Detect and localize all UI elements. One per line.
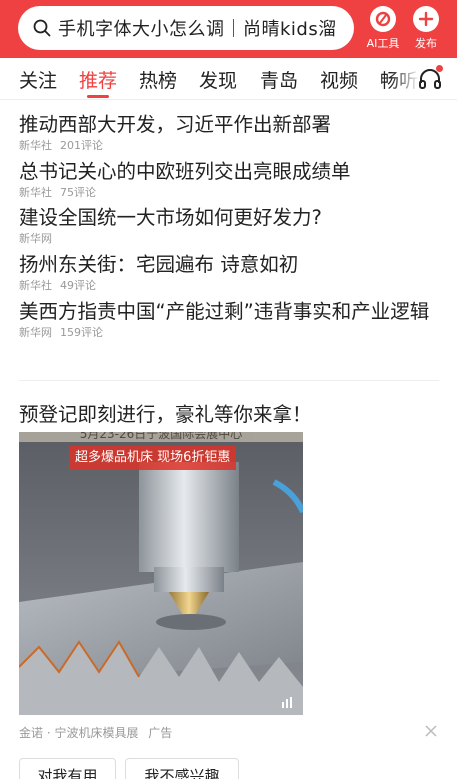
news-source: 新华网 <box>19 326 52 339</box>
news-title[interactable]: 扬州东关街：宅园遍布 诗意如初 <box>19 250 439 279</box>
ad-title[interactable]: 预登记即刻进行，豪礼等你来拿！ <box>19 398 312 427</box>
ad-tag: 广告 <box>148 726 173 740</box>
news-source: 新华社 <box>19 139 52 152</box>
tab-fade <box>390 58 420 99</box>
useful-button[interactable]: 对我有用 <box>19 758 116 779</box>
publish-label: 发布 <box>415 37 437 50</box>
news-item[interactable]: 总书记关心的中欧班列交出亮眼成绩单 新华社 75评论 <box>19 157 439 200</box>
news-title[interactable]: 总书记关心的中欧班列交出亮眼成绩单 <box>19 157 439 186</box>
ai-tool-icon <box>370 6 396 32</box>
news-source: 新华网 <box>19 232 52 245</box>
news-item[interactable]: 美西方指责中国“产能过剩”违背事实和产业逻辑 新华网 159评论 <box>19 297 439 340</box>
news-comments: 75评论 <box>60 186 96 199</box>
news-item[interactable]: 建设全国统一大市场如何更好发力? 新华网 <box>19 203 439 246</box>
laser-machine-image <box>19 432 303 715</box>
tab-hot[interactable]: 热榜 <box>139 66 177 93</box>
news-source: 新华社 <box>19 186 52 199</box>
tab-follow[interactable]: 关注 <box>19 66 57 93</box>
news-title[interactable]: 推动西部大开发，习近平作出新部署 <box>19 110 439 139</box>
news-title[interactable]: 美西方指责中国“产能过剩”违背事实和产业逻辑 <box>19 297 439 326</box>
active-tab-indicator <box>87 95 109 98</box>
ad-advertiser: 金诺 · 宁波机床模具展 <box>19 726 139 740</box>
search-query: 手机字体大小怎么调｜尚晴kids溜 <box>58 19 337 40</box>
video-icon <box>282 697 292 708</box>
close-icon[interactable] <box>424 724 438 738</box>
news-title[interactable]: 建设全国统一大市场如何更好发力? <box>19 203 439 232</box>
news-comments: 49评论 <box>60 279 96 292</box>
divider <box>19 380 439 381</box>
ad-meta: 金诺 · 宁波机床模具展 广告 <box>19 724 178 741</box>
ai-tool-button[interactable]: AI工具 <box>363 6 403 51</box>
publish-button[interactable]: 发布 <box>406 6 446 51</box>
not-interested-button[interactable]: 我不感兴趣 <box>125 758 239 779</box>
ad-video-thumbnail[interactable]: 5月23-26日宁波国际会展中心 超多爆品机床 现场6折钜惠 <box>19 432 303 715</box>
channel-tabs: 关注 推荐 热榜 发现 青岛 视频 畅听 <box>0 58 457 100</box>
ad-promo-banner: 超多爆品机床 现场6折钜惠 <box>69 446 237 470</box>
search-icon <box>33 19 51 37</box>
tab-recommend[interactable]: 推荐 <box>79 66 117 93</box>
news-item[interactable]: 推动西部大开发，习近平作出新部署 新华社 201评论 <box>19 110 439 153</box>
news-comments: 201评论 <box>60 139 103 152</box>
news-comments: 159评论 <box>60 326 103 339</box>
ad-image-top-text: 5月23-26日宁波国际会展中心 <box>19 432 303 442</box>
notification-dot <box>436 65 443 72</box>
search-box[interactable]: 手机字体大小怎么调｜尚晴kids溜 <box>18 6 354 50</box>
plus-icon <box>413 6 439 32</box>
news-item[interactable]: 扬州东关街：宅园遍布 诗意如初 新华社 49评论 <box>19 250 439 293</box>
news-source: 新华社 <box>19 279 52 292</box>
ai-tool-label: AI工具 <box>366 37 400 50</box>
top-bar: 手机字体大小怎么调｜尚晴kids溜 AI工具 发布 <box>0 0 457 58</box>
tab-video[interactable]: 视频 <box>320 66 358 93</box>
tab-discover[interactable]: 发现 <box>199 66 237 93</box>
tab-qingdao[interactable]: 青岛 <box>260 66 298 93</box>
